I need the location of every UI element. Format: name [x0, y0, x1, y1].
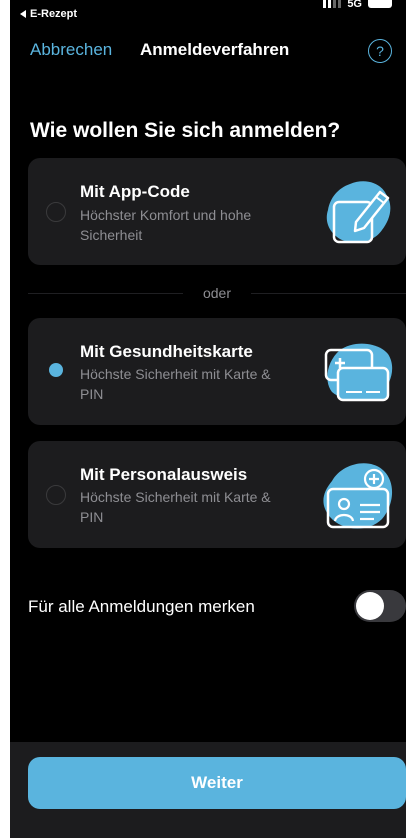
question-mark-icon: ?: [376, 43, 384, 59]
health-card-icon: [324, 343, 393, 402]
continue-button[interactable]: Weiter: [28, 757, 406, 809]
status-bar: E-Rezept 5G: [10, 0, 406, 26]
help-button[interactable]: ?: [368, 39, 392, 63]
remember-toggle[interactable]: [354, 590, 406, 622]
option-app-code-radio[interactable]: [46, 202, 66, 222]
app-code-edit-icon: [326, 181, 391, 244]
option-id-card[interactable]: Mit Personalausweis Höchste Sicherheit m…: [28, 441, 406, 548]
cancel-button[interactable]: Abbrechen: [30, 40, 112, 60]
option-health-card[interactable]: Mit Gesundheitskarte Höchste Sicherheit …: [28, 318, 406, 425]
toggle-knob: [356, 592, 384, 620]
app-screen: E-Rezept 5G Abbrechen Anmeldeverfahren ?…: [10, 0, 406, 838]
navigation-bar: Abbrechen Anmeldeverfahren ?: [10, 30, 406, 74]
page-title: Anmeldeverfahren: [140, 40, 290, 59]
network-type: 5G: [347, 0, 362, 8]
divider: oder: [28, 285, 406, 301]
option-title: Mit App-Code: [80, 182, 190, 201]
remember-label: Für alle Anmeldungen merken: [28, 597, 255, 616]
back-app-label: E-Rezept: [30, 8, 78, 20]
bottom-bar: Weiter: [10, 742, 406, 838]
option-id-card-radio[interactable]: [46, 485, 66, 505]
option-description: Höchste Sicherheit mit Karte & PIN: [80, 489, 271, 525]
option-description: Höchster Komfort und hohe Sicherheit: [80, 207, 252, 243]
remember-row: Für alle Anmeldungen merken: [28, 590, 406, 624]
divider-line-right: [251, 293, 406, 294]
option-health-card-radio[interactable]: [46, 360, 66, 380]
option-description: Höchste Sicherheit mit Karte & PIN: [80, 366, 271, 402]
cellular-signal-icon: [323, 0, 342, 8]
status-indicators: 5G: [323, 0, 392, 8]
option-title: Mit Personalausweis: [80, 465, 248, 484]
option-app-code[interactable]: Mit App-Code Höchster Komfort und hohe S…: [28, 158, 406, 265]
section-heading: Wie wollen Sie sich anmelden?: [30, 119, 341, 142]
id-card-icon: [323, 463, 393, 529]
back-arrow-icon: [20, 10, 26, 18]
battery-icon: [368, 0, 392, 8]
back-to-app-link[interactable]: E-Rezept: [20, 8, 77, 20]
option-title: Mit Gesundheitskarte: [80, 342, 253, 361]
